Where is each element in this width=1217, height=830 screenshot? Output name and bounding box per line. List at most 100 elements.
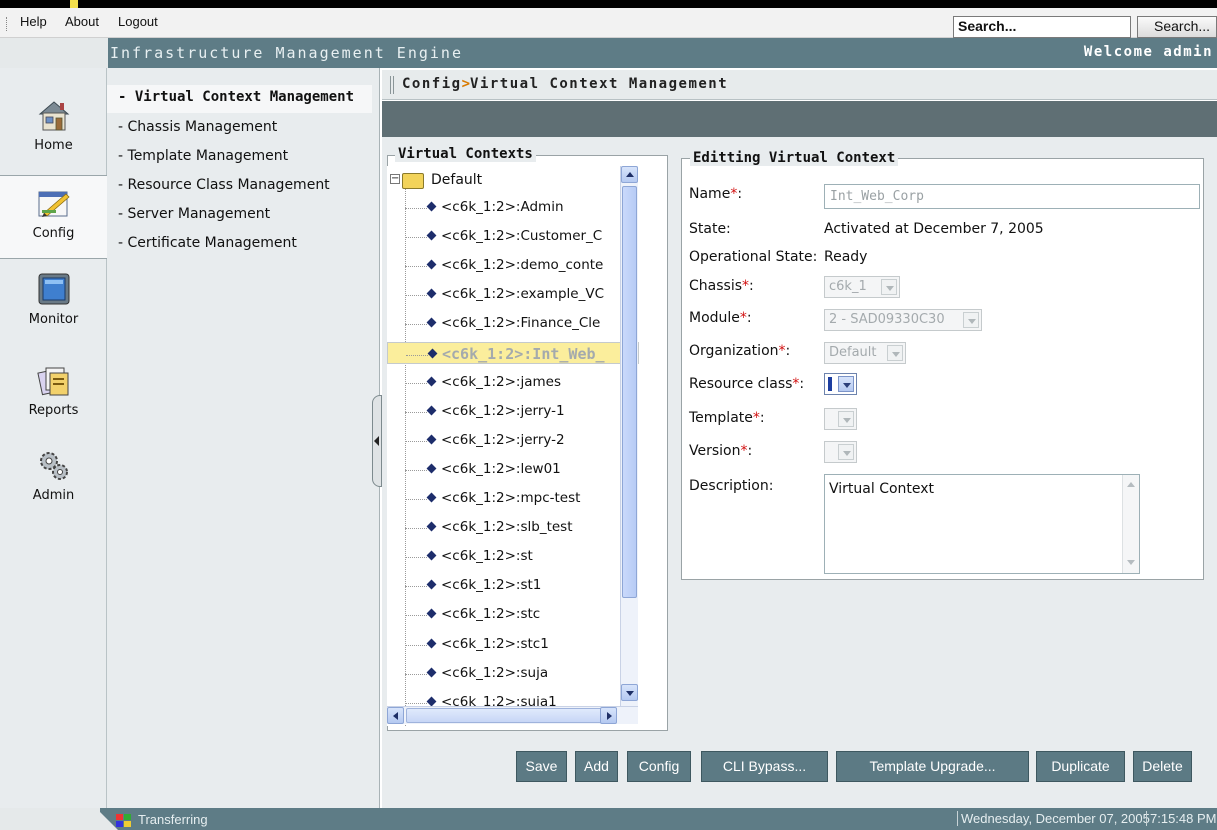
subnav-server[interactable]: - Server Management [118, 206, 270, 222]
required-mark: * [742, 278, 749, 294]
scroll-left-button[interactable] [387, 707, 404, 724]
horizontal-scroll-thumb[interactable] [406, 708, 616, 723]
subnav-resource-class[interactable]: - Resource Class Management [118, 177, 330, 193]
chevron-left-icon [393, 712, 398, 720]
context-tree-item[interactable]: <c6k_1:2>:demo_conte [387, 254, 639, 278]
nav-admin[interactable]: Admin [0, 448, 107, 518]
module-select-value: 2 - SAD09330C30 [829, 312, 945, 327]
description-scrollbar[interactable] [1122, 475, 1139, 573]
context-tree-item[interactable]: <c6k_1:2>:Finance_Cle [387, 312, 639, 336]
tree-branch-line [405, 440, 427, 442]
subnav-label: Template Management [127, 148, 289, 164]
label-colon: : [746, 310, 752, 326]
breadcrumb-separator: > [461, 76, 471, 92]
context-node-icon [426, 667, 437, 678]
context-tree-item[interactable]: <c6k_1:2>:example_VC [387, 283, 639, 307]
description-textarea[interactable]: Virtual Context [824, 474, 1140, 574]
chevron-up-icon [626, 172, 634, 177]
subnav-virtual-context[interactable]: - Virtual Context Management [118, 89, 354, 105]
state-label: State: [689, 221, 731, 237]
tree-branch-line [406, 354, 428, 356]
cli-bypass-button[interactable]: CLI Bypass... [701, 751, 828, 782]
delete-button[interactable]: Delete [1133, 751, 1192, 782]
nav-reports[interactable]: Reports [0, 363, 107, 433]
tree-branch-line [405, 586, 427, 588]
nav-home[interactable]: Home [0, 98, 107, 166]
context-tree-item-label: <c6k_1:2>:mpc-test [441, 490, 581, 506]
context-tree-item[interactable]: <c6k_1:2>:lew01 [387, 458, 639, 482]
context-tree-item[interactable]: <c6k_1:2>:james [387, 371, 639, 395]
save-button[interactable]: Save [516, 751, 567, 782]
context-tree-item[interactable]: <c6k_1:2>:slb_test [387, 516, 639, 540]
nav-config[interactable]: Config [0, 175, 107, 259]
chevron-down-icon [838, 376, 854, 392]
collapse-handle[interactable] [372, 395, 382, 487]
version-select[interactable] [824, 441, 857, 463]
context-tree-item-label: <c6k_1:2>:example_VC [441, 286, 604, 303]
resource-class-caret [828, 377, 832, 391]
about-link[interactable]: About [65, 14, 99, 29]
context-tree-item[interactable]: <c6k_1:2>:Admin [387, 196, 639, 220]
context-node-icon [426, 230, 437, 241]
scroll-down-button[interactable] [621, 684, 638, 701]
scroll-up-button[interactable] [621, 166, 638, 183]
context-node-icon [426, 434, 437, 445]
subnav-certificate[interactable]: - Certificate Management [118, 235, 297, 251]
status-bar: Transferring Wednesday, December 07, 200… [0, 808, 1217, 830]
nav-monitor[interactable]: Monitor [0, 272, 107, 342]
context-tree-item-label: <c6k_1:2>:suja [441, 664, 549, 681]
context-tree-item-label: <c6k_1:2>:st1 [441, 577, 542, 594]
subnav-template[interactable]: - Template Management [118, 148, 288, 164]
title-tab [0, 38, 108, 68]
tree-branch-line [405, 411, 427, 413]
chevron-down-icon [1127, 560, 1135, 565]
chassis-select[interactable]: c6k_1 [824, 276, 900, 298]
tree-branch-line [405, 324, 427, 326]
collapse-node-icon[interactable]: − [390, 174, 400, 184]
monitor-icon [38, 273, 69, 305]
module-select[interactable]: 2 - SAD09330C30 [824, 309, 982, 331]
logout-link[interactable]: Logout [118, 14, 158, 29]
context-tree-item[interactable]: <c6k_1:2>:Int_Web_ [387, 341, 639, 364]
context-tree-item[interactable]: <c6k_1:2>:stc1 [387, 633, 639, 657]
tree-branch-line [405, 237, 427, 239]
nav-reports-label: Reports [28, 403, 79, 418]
tree-horizontal-scrollbar[interactable] [387, 706, 638, 724]
config-button[interactable]: Config [627, 751, 691, 782]
breadcrumb-section[interactable]: Config [402, 76, 462, 92]
name-label-text: Name [689, 186, 731, 202]
context-tree-item[interactable]: <c6k_1:2>:mpc-test [387, 487, 639, 511]
context-node-icon [426, 638, 437, 648]
resource-class-select[interactable] [824, 373, 857, 395]
template-select[interactable] [824, 408, 857, 430]
context-tree-item-label: <c6k_1:2>:jerry-2 [441, 431, 565, 448]
opstate-label: Operational State: [689, 249, 818, 265]
context-tree-item[interactable]: <c6k_1:2>:jerry-2 [387, 429, 639, 453]
tree-vertical-scrollbar[interactable] [620, 166, 638, 706]
chevron-down-icon [838, 444, 854, 460]
nav-admin-label: Admin [32, 488, 75, 503]
breadcrumb-grip [390, 76, 394, 94]
context-tree-item[interactable]: <c6k_1:2>:st [387, 545, 639, 569]
scroll-right-button[interactable] [600, 707, 617, 724]
context-tree-item[interactable]: <c6k_1:2>:st1 [387, 574, 639, 598]
sub-nav: - Virtual Context Management - Chassis M… [107, 68, 380, 808]
name-input[interactable]: Int_Web_Corp [824, 184, 1200, 209]
search-button[interactable]: Search... [1137, 16, 1217, 38]
scroll-thumb[interactable] [622, 186, 637, 598]
folder-open-icon [402, 173, 424, 189]
duplicate-button[interactable]: Duplicate [1036, 751, 1125, 782]
help-link[interactable]: Help [20, 14, 47, 29]
organization-select[interactable]: Default [824, 342, 906, 364]
context-tree-item-label: <c6k_1:2>:demo_conte [441, 257, 604, 274]
search-input[interactable]: Search... [953, 16, 1131, 38]
subnav-chassis[interactable]: - Chassis Management [118, 119, 277, 135]
context-tree-item-label: <c6k_1:2>:slb_test [441, 519, 573, 536]
context-tree-item-label: <c6k_1:2>:st [441, 548, 533, 565]
template-upgrade-button[interactable]: Template Upgrade... [836, 751, 1029, 782]
context-tree-item[interactable]: <c6k_1:2>:suja [387, 662, 639, 686]
context-tree-item[interactable]: <c6k_1:2>:Customer_C [387, 225, 639, 249]
add-button[interactable]: Add [575, 751, 618, 782]
context-tree-item[interactable]: <c6k_1:2>:jerry-1 [387, 400, 639, 424]
context-tree-item[interactable]: <c6k_1:2>:stc [387, 603, 639, 627]
